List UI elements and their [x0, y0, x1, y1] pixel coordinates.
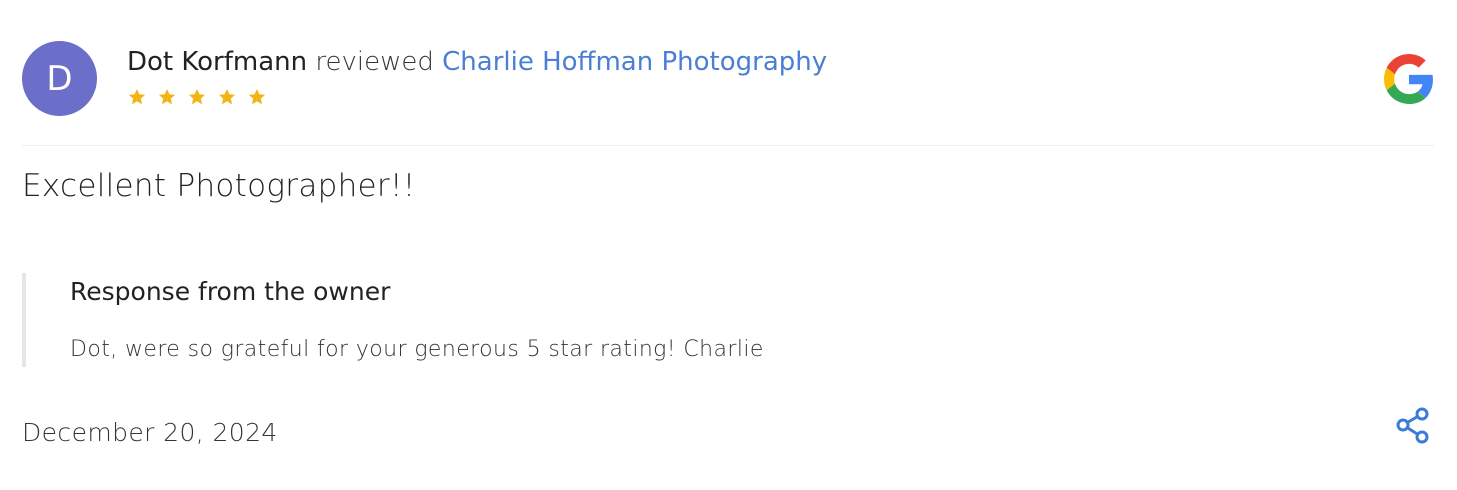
star-icon	[248, 89, 266, 105]
reviewed-word: reviewed	[315, 47, 434, 77]
avatar-letter: D	[46, 58, 73, 99]
review-header: Dot Korfmann reviewed Charlie Hoffman Ph…	[127, 45, 827, 79]
header-divider	[22, 145, 1434, 146]
share-button[interactable]	[1392, 405, 1434, 447]
reviewer-avatar: D	[22, 41, 97, 116]
star-icon	[188, 89, 206, 105]
star-icon	[158, 89, 176, 105]
review-title: Excellent Photographer!!	[22, 168, 416, 204]
star-icon	[128, 89, 146, 105]
owner-response-heading: Response from the owner	[70, 277, 391, 306]
star-icon	[218, 89, 236, 105]
reviewer-name: Dot Korfmann	[127, 47, 308, 77]
owner-response-text: Dot, were so grateful for your generous …	[70, 337, 764, 362]
star-rating	[127, 87, 267, 107]
google-logo-icon	[1384, 54, 1433, 104]
share-icon	[1396, 407, 1429, 444]
business-name-link[interactable]: Charlie Hoffman Photography	[442, 47, 827, 77]
owner-response: Response from the owner Dot, were so gra…	[22, 273, 1126, 367]
review-date: December 20, 2024	[22, 418, 278, 447]
review-card: D Dot Korfmann reviewed Charlie Hoffman …	[0, 0, 1457, 490]
